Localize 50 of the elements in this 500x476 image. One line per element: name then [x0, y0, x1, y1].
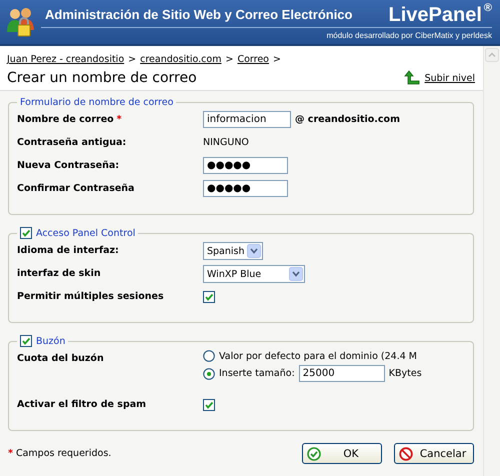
- field-value: NINGUNO: [203, 136, 249, 148]
- option-label: Inserte tamaño:: [219, 368, 295, 379]
- password-field[interactable]: ●●●●●: [203, 180, 288, 197]
- footer-note: Campos requeridos.: [16, 448, 112, 459]
- app-title: Administración de Sitio Web y Correo Electrónico: [44, 7, 352, 24]
- radio-button[interactable]: [203, 368, 215, 380]
- checkbox[interactable]: [203, 399, 215, 411]
- section-legend: Acceso Panel Control: [36, 228, 136, 238]
- field-label: Cuota del buzón: [17, 353, 104, 364]
- domain-suffix: @ creandositio.com: [295, 114, 400, 125]
- up-level-link[interactable]: Subir nivel: [424, 72, 475, 84]
- breadcrumb-link[interactable]: Correo: [237, 54, 269, 65]
- up-arrow-icon: [404, 70, 420, 86]
- required-mark: *: [8, 448, 13, 459]
- field-label: Idioma de interfaz:: [17, 245, 119, 256]
- breadcrumb-separator: >: [128, 54, 136, 65]
- field-label: Nombre de correo: [17, 114, 114, 125]
- field-label: Contraseña antigua:: [17, 137, 126, 148]
- section-legend: Formulario de nombre de correo: [20, 97, 174, 108]
- check-circle-icon: [307, 446, 321, 460]
- brand-logo: LivePanel$^{®}$: [388, 2, 492, 27]
- breadcrumb-link[interactable]: Juan Perez - creandositio: [7, 54, 124, 65]
- radio-button[interactable]: [203, 350, 215, 362]
- page-title: Crear un nombre de correo: [7, 70, 197, 86]
- checkbox[interactable]: [203, 291, 215, 303]
- checkbox[interactable]: [20, 227, 32, 239]
- field-label: Nueva Contraseña:: [17, 160, 120, 171]
- checkbox[interactable]: [20, 335, 32, 347]
- required-mark: *: [116, 114, 122, 125]
- ok-button[interactable]: OK: [302, 443, 382, 464]
- breadcrumb-link[interactable]: creandositio.com: [140, 54, 222, 65]
- dropdown[interactable]: WinXP Blue: [203, 265, 305, 283]
- size-field[interactable]: 25000: [298, 365, 385, 382]
- field-label: Activar el filtro de spam: [17, 399, 146, 410]
- users-lock-icon: [5, 6, 37, 38]
- unit-label: KBytes: [388, 368, 422, 379]
- option-label: Valor por defecto para el dominio (24.4 M: [219, 350, 417, 362]
- field-label: Permitir múltiples sesiones: [17, 291, 164, 302]
- password-field[interactable]: ●●●●●: [203, 157, 288, 174]
- breadcrumb-separator: >: [225, 54, 234, 65]
- dropdown[interactable]: Spanish: [203, 242, 263, 260]
- field-label: interfaz de skin: [17, 268, 101, 279]
- no-entry-icon: [399, 446, 413, 460]
- cancel-button[interactable]: Cancelar: [394, 443, 474, 464]
- header-subtitle: módulo desarrollado por CiberMatix y perldesk: [326, 30, 492, 40]
- section-legend: Buzón: [36, 336, 66, 346]
- email-name-field[interactable]: informacion: [203, 111, 291, 128]
- field-label: Confirmar Contraseña: [17, 183, 134, 194]
- scrollbar[interactable]: [483, 46, 500, 476]
- breadcrumb-separator: >: [272, 54, 281, 65]
